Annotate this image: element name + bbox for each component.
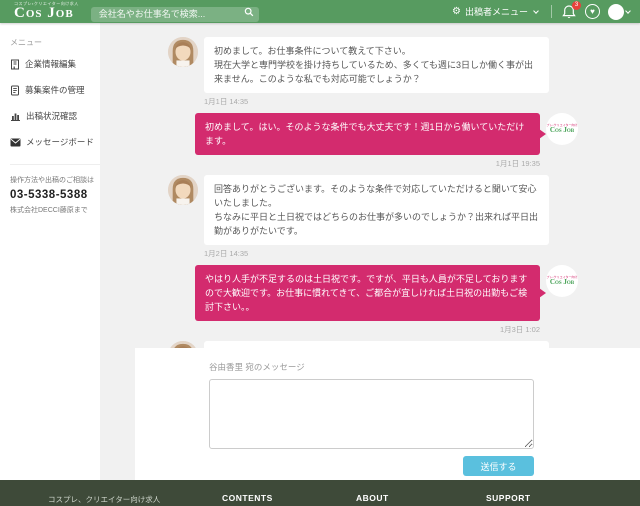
sidebar-item-job-management[interactable]: 募集案件の管理 <box>10 84 100 96</box>
favorites-button[interactable]: ♥ <box>585 4 600 19</box>
footer-brand-text: コスプレ、クリエイター向け求人 <box>48 494 160 505</box>
compose-recipient-label: 谷由香里 宛のメッセージ <box>209 361 534 373</box>
sidebar-item-message-board[interactable]: メッセージボード <box>10 136 100 148</box>
contact-note: 操作方法や出稿のご相談は <box>10 175 94 185</box>
search-input[interactable] <box>91 7 259 22</box>
sidebar-item-label: 出稿状況確認 <box>26 110 77 122</box>
logo-text: Cos Job <box>14 6 79 21</box>
message: 回答ありがとうございます。そのような条件で対応していただけると聞いて安心いたしま… <box>204 175 549 259</box>
message-textarea[interactable] <box>209 379 534 449</box>
header-divider <box>551 5 552 18</box>
gear-icon: ⚙ <box>452 7 461 17</box>
message-bubble: 突然のお問い合わせにも関わらず丁寧に回答をありがとうございました。検討をさせてい… <box>204 341 549 348</box>
header: コスプレ・クリエイター向け求人 Cos Job ⚙ 出稿者メニュー 3 ♥ <box>0 0 640 23</box>
contact-company: 株式会社DECCI藤原まで <box>10 205 94 215</box>
chat-panel: 初めまして。お仕事条件について教えて下さい。 現在大学と専門学校を掛け持ちしてい… <box>100 23 640 480</box>
message-list[interactable]: 初めまして。お仕事条件について教えて下さい。 現在大学と専門学校を掛け持ちしてい… <box>100 23 640 348</box>
send-button[interactable]: 送信する <box>463 456 534 476</box>
header-search <box>91 4 259 19</box>
message-bubble: 初めまして。はい。そのような条件でも大丈夫です！週1日から働いていただけます。 <box>195 113 540 155</box>
publisher-menu-button[interactable]: ⚙ 出稿者メニュー <box>452 5 540 18</box>
message-bubble: 回答ありがとうございます。そのような条件で対応していただけると聞いて安心いたしま… <box>204 175 549 245</box>
notification-badge: 3 <box>572 1 581 10</box>
cosjob-avatar-text: Cos Job <box>550 127 574 135</box>
applicant-avatar <box>168 341 198 348</box>
app-window: コスプレ・クリエイター向け求人 Cos Job ⚙ 出稿者メニュー 3 ♥ <box>0 0 640 506</box>
footer-heading-support: SUPPORT <box>486 493 531 503</box>
cosjob-logo[interactable]: コスプレ・クリエイター向け求人 Cos Job <box>14 2 79 21</box>
cosjob-avatar: コスプレ・クリエイター向け求人 Cos Job <box>546 113 578 145</box>
sidebar-menu-label: メニュー <box>10 37 100 48</box>
compose-section: 谷由香里 宛のメッセージ 送信する <box>135 348 640 480</box>
applicant-avatar <box>168 37 198 67</box>
chart-icon <box>10 111 21 121</box>
message: 初めまして。はい。そのような条件でも大丈夫です！週1日から働いていただけます。 … <box>195 113 540 169</box>
sidebar-item-label: メッセージボード <box>26 136 94 148</box>
avatar-chevron-down-icon[interactable] <box>625 8 631 14</box>
sidebar-item-label: 企業情報編集 <box>25 58 76 70</box>
message-timestamp: 1月1日 19:35 <box>195 158 540 169</box>
sidebar: メニュー 企業情報編集 募集案件の管理 <box>0 23 100 480</box>
message-row-incoming: 初めまして。お仕事条件について教えて下さい。 現在大学と専門学校を掛け持ちしてい… <box>168 37 578 107</box>
applicant-avatar <box>168 175 198 205</box>
building-icon <box>10 59 20 70</box>
message-timestamp: 1月3日 1:02 <box>195 324 540 335</box>
publisher-menu-label: 出稿者メニュー <box>465 5 528 18</box>
notifications-button[interactable]: 3 <box>561 4 577 20</box>
sidebar-item-label: 募集案件の管理 <box>25 84 85 96</box>
footer: コスプレ、クリエイター向け求人 CONTENTS ABOUT SUPPORT <box>0 480 640 506</box>
cosjob-avatar-text: Cos Job <box>550 279 574 287</box>
page-body: メニュー 企業情報編集 募集案件の管理 <box>0 23 640 480</box>
heart-icon: ♥ <box>590 8 595 16</box>
message-timestamp: 1月1日 14:35 <box>204 96 549 107</box>
search-icon[interactable] <box>244 7 254 17</box>
message-row-outgoing: 初めまして。はい。そのような条件でも大丈夫です！週1日から働いていただけます。 … <box>168 113 578 169</box>
message-row-outgoing: やはり人手が不足するのは土日祝です。ですが、平日も人員が不足しておりますので大歓… <box>168 265 578 335</box>
footer-heading-contents: CONTENTS <box>222 493 273 503</box>
message: やはり人手が不足するのは土日祝です。ですが、平日も人員が不足しておりますので大歓… <box>195 265 540 335</box>
message: 初めまして。お仕事条件について教えて下さい。 現在大学と専門学校を掛け持ちしてい… <box>204 37 549 107</box>
message-bubble: やはり人手が不足するのは土日祝です。ですが、平日も人員が不足しておりますので大歓… <box>195 265 540 321</box>
contact-phone-number: 03-5338-5388 <box>10 189 94 201</box>
message-row-incoming: 突然のお問い合わせにも関わらず丁寧に回答をありがとうございました。検討をさせてい… <box>168 341 578 348</box>
chevron-down-icon <box>533 8 539 14</box>
message-row-incoming: 回答ありがとうございます。そのような条件で対応していただけると聞いて安心いたしま… <box>168 175 578 259</box>
message-timestamp: 1月2日 14:35 <box>204 248 549 259</box>
message: 突然のお問い合わせにも関わらず丁寧に回答をありがとうございました。検討をさせてい… <box>204 341 549 348</box>
envelope-icon <box>10 138 21 147</box>
sidebar-item-company-info[interactable]: 企業情報編集 <box>10 58 100 70</box>
message-bubble: 初めまして。お仕事条件について教えて下さい。 現在大学と専門学校を掛け持ちしてい… <box>204 37 549 93</box>
footer-heading-about: ABOUT <box>356 493 389 503</box>
user-avatar[interactable] <box>608 4 624 20</box>
cosjob-avatar: コスプレ・クリエイター向け求人 Cos Job <box>546 265 578 297</box>
sidebar-contact-block: 操作方法や出稿のご相談は 03-5338-5388 株式会社DECCI藤原まで <box>10 164 100 215</box>
sidebar-item-posting-status[interactable]: 出稿状況確認 <box>10 110 100 122</box>
document-icon <box>10 85 20 96</box>
